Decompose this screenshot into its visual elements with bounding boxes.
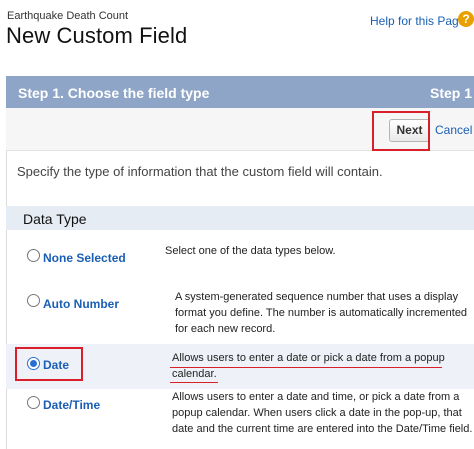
option-desc-auto-number-line2: format you define. The number is automat… (175, 307, 468, 319)
option-desc-auto-number-line1: A system-generated sequence number that … (175, 291, 459, 303)
radio-none-selected[interactable] (27, 249, 40, 262)
option-desc-date-line1: Allows users to enter a date or pick a d… (172, 352, 445, 364)
radio-auto-number[interactable] (27, 294, 40, 307)
page-title: New Custom Field (6, 23, 188, 48)
object-name: Earthquake Death Count (7, 10, 129, 22)
option-label-date-time[interactable]: Date/Time (43, 398, 100, 412)
help-link[interactable]: Help for this Page (370, 14, 465, 28)
step-counter: Step 1 (430, 85, 473, 101)
option-label-none-selected[interactable]: None Selected (43, 251, 126, 265)
option-label-auto-number[interactable]: Auto Number (43, 297, 119, 311)
step-title: Step 1. Choose the field type (18, 85, 210, 101)
option-desc-date-line2: calendar. (172, 368, 217, 380)
option-desc-none-selected: Select one of the data types below. (165, 245, 336, 257)
option-desc-date-time-line2: popup calendar. When users click a date … (172, 407, 462, 419)
radio-date-time[interactable] (27, 396, 40, 409)
help-icon[interactable]: ? (458, 11, 474, 27)
option-desc-date-time-line3: date and the current time are entered in… (172, 423, 473, 435)
date-desc-underline-2 (170, 382, 218, 383)
next-highlight-box (372, 111, 430, 151)
section-title: Data Type (23, 211, 87, 227)
option-desc-auto-number-line3: for each new record. (175, 323, 276, 335)
cancel-link[interactable]: Cancel (435, 123, 472, 137)
option-desc-date-time-line1: Allows users to enter a date and time, o… (172, 391, 460, 403)
date-highlight-box (15, 347, 83, 381)
instruction-text: Specify the type of information that the… (17, 164, 383, 179)
